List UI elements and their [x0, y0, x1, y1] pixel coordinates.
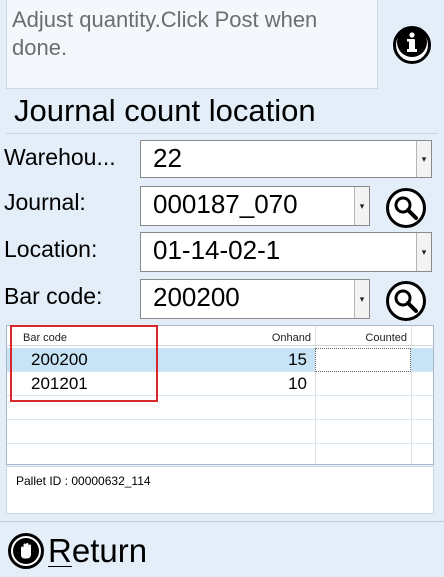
cell-barcode: 200200 [31, 350, 88, 369]
chevron-down-icon[interactable]: ▾ [354, 187, 369, 225]
journal-value: 000187_070 [153, 189, 298, 219]
info-icon [396, 26, 428, 64]
location-label: Location: [4, 236, 98, 262]
barcode-search-button[interactable] [386, 281, 426, 321]
journal-label: Journal: [4, 189, 86, 215]
pallet-id-text: Pallet ID : 00000632_114 [16, 474, 151, 488]
chevron-down-icon[interactable]: ▾ [416, 141, 431, 177]
cell-onhand: 10 [288, 374, 307, 393]
column-header-onhand[interactable]: Onhand [257, 326, 315, 346]
title-divider [6, 133, 438, 134]
journal-field[interactable]: 000187_070 ▾ [140, 186, 370, 226]
instructions-text: Adjust quantity.Click Post when done. [12, 7, 318, 60]
cell-counted-input[interactable] [315, 348, 411, 372]
items-grid[interactable]: Bar code Onhand Counted 200200 15 201201… [6, 325, 434, 465]
chevron-down-icon[interactable]: ▾ [416, 233, 431, 271]
empty-row [7, 396, 433, 420]
barcode-field[interactable]: 200200 ▾ [140, 279, 370, 319]
warehouse-label: Warehou... [4, 144, 116, 170]
empty-row [7, 420, 433, 444]
page-title: Journal count location [14, 93, 316, 128]
journal-search-button[interactable] [386, 188, 426, 228]
location-field[interactable]: 01-14-02-1 ▾ [140, 232, 432, 272]
return-label: eturn [71, 532, 148, 569]
column-header-counted[interactable]: Counted [315, 326, 411, 346]
cell-barcode: 201201 [31, 374, 88, 393]
cell-onhand: 15 [288, 350, 307, 369]
info-button[interactable] [393, 26, 431, 64]
magnifier-icon [394, 196, 418, 220]
return-label-accesskey: R [48, 532, 72, 569]
location-value: 01-14-02-1 [153, 235, 281, 265]
table-row[interactable]: 200200 15 [7, 348, 433, 372]
return-button[interactable]: Return [8, 530, 147, 572]
warehouse-value: 22 [153, 143, 182, 173]
barcode-label: Bar code: [4, 283, 103, 309]
stop-hand-icon [8, 533, 44, 569]
magnifier-icon [394, 289, 418, 313]
footer-divider [0, 521, 444, 522]
cell-counted[interactable] [315, 372, 411, 396]
column-header-barcode[interactable]: Bar code [7, 326, 257, 346]
table-row[interactable]: 201201 10 [7, 372, 433, 396]
empty-row [7, 444, 433, 464]
barcode-value: 200200 [153, 282, 240, 312]
chevron-down-icon[interactable]: ▾ [354, 280, 369, 318]
column-header-filler [411, 326, 433, 346]
warehouse-field[interactable]: 22 ▾ [140, 140, 432, 178]
